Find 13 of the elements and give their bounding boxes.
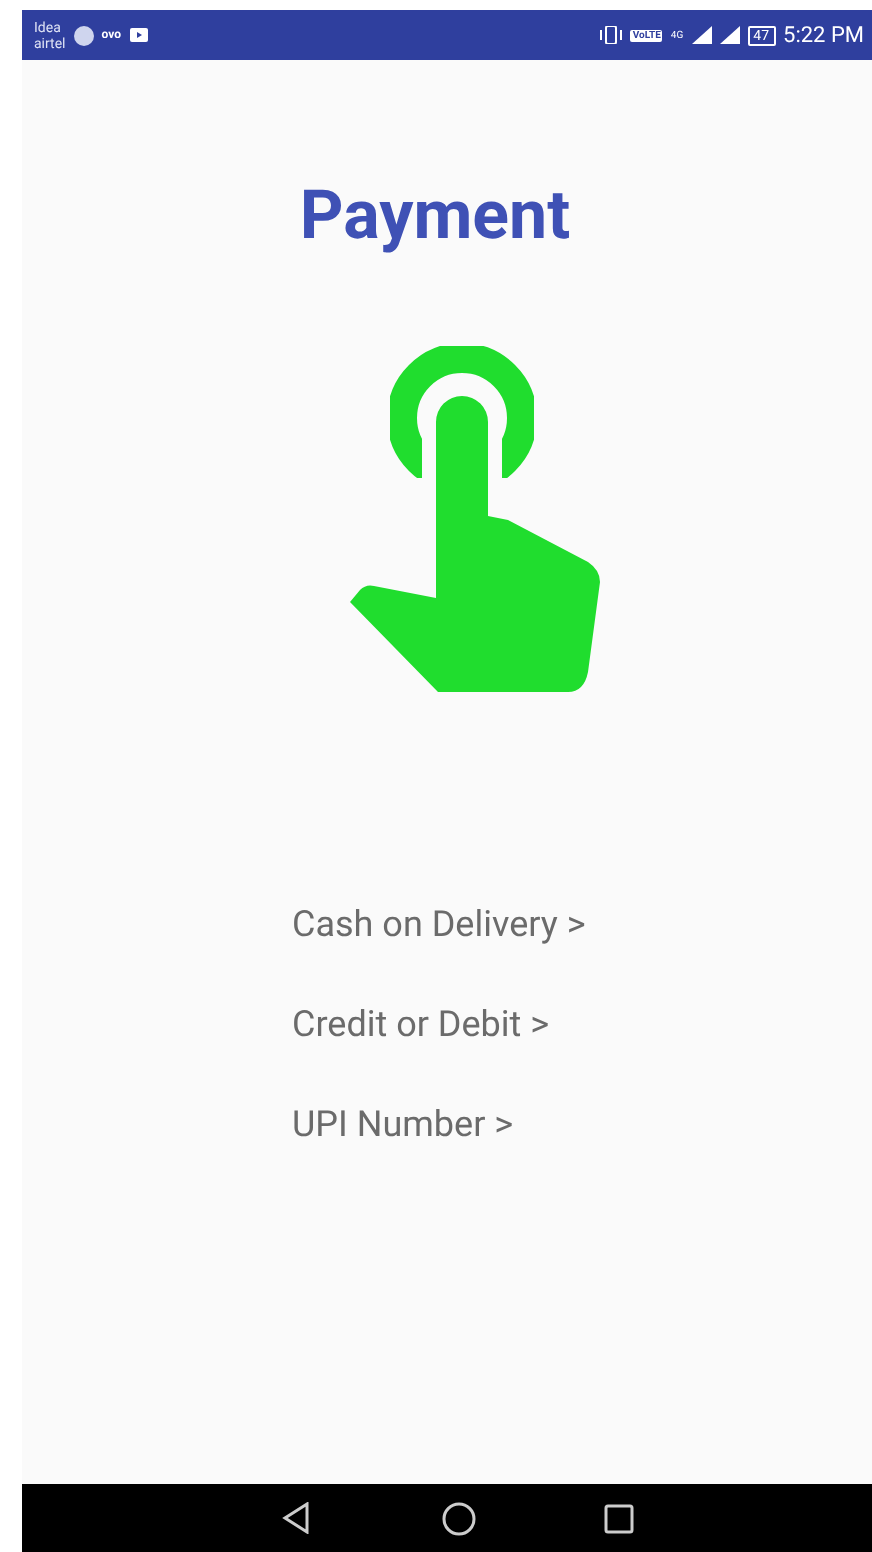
tap-hand-icon [350,343,600,692]
payment-option[interactable]: Cash on Delivery > [292,904,586,948]
recents-icon[interactable] [604,1503,634,1533]
payment-option[interactable]: Credit or Debit > [292,1004,550,1048]
vibrate-icon [600,26,623,44]
home-icon[interactable] [442,1501,476,1535]
signal-icon [691,26,712,44]
page-title: Payment [297,176,573,256]
signal-icon [719,26,740,44]
back-icon[interactable] [282,1502,310,1534]
payment-option[interactable]: UPI Number > [292,1104,514,1148]
video-icon [129,28,147,42]
clock-time: 5:22 PM [783,22,864,48]
